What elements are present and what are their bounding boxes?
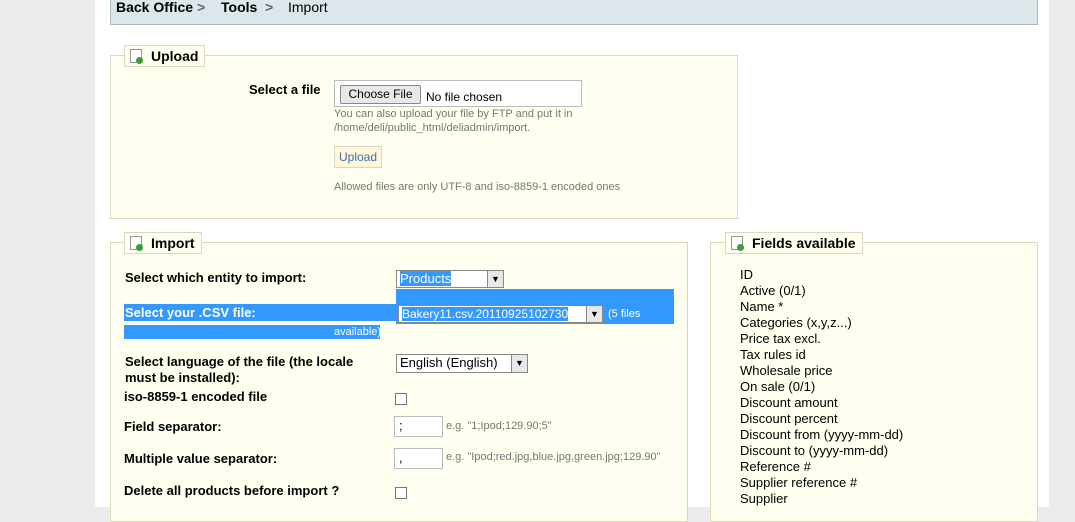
language-select[interactable]: English (English) ▼ <box>396 354 528 373</box>
field-item: Reference # <box>740 459 811 474</box>
chevron-down-icon: ▼ <box>487 271 503 287</box>
multi-value-separator-input[interactable]: , <box>394 448 443 469</box>
field-item: Wholesale price <box>740 363 833 378</box>
field-item: Price tax excl. <box>740 331 821 346</box>
csv-file-select[interactable]: Bakery11.csv.20110925102730 ▼ <box>398 305 603 323</box>
import-legend: Import <box>124 232 202 254</box>
field-item: Name * <box>740 299 784 314</box>
entity-label: Select which entity to import: <box>125 270 307 285</box>
breadcrumb-tools[interactable]: Tools <box>221 0 257 15</box>
csv-file-label: Select your .CSV file: <box>125 305 256 320</box>
file-input[interactable]: Choose File No file chosen <box>334 80 582 107</box>
fields-available-legend-label: Fields available <box>752 235 856 251</box>
multi-value-separator-hint: e.g. "Ipod;red.jpg,blue.jpg,green.jpg;12… <box>446 451 661 463</box>
field-item: Discount amount <box>740 395 838 410</box>
csv-file-count: (5 files <box>608 308 641 320</box>
language-label-line1: Select language of the file (the locale <box>125 354 354 369</box>
field-item: Discount from (yyyy-mm-dd) <box>740 427 904 442</box>
delete-products-label: Delete all products before import ? <box>124 483 340 498</box>
field-separator-label: Field separator: <box>124 419 222 434</box>
breadcrumb-back-office[interactable]: Back Office <box>116 0 193 15</box>
entity-select[interactable]: Products ▼ <box>396 270 504 288</box>
choose-file-button[interactable]: Choose File <box>340 85 421 104</box>
language-select-value: English (English) <box>400 355 498 370</box>
breadcrumb-separator-icon: > <box>265 0 274 15</box>
language-label-line2: must be installed): <box>125 370 240 385</box>
field-item: Supplier reference # <box>740 475 858 490</box>
entity-select-value: Products <box>400 271 452 286</box>
no-file-chosen-text: No file chosen <box>426 90 503 104</box>
iso-label: iso-8859-1 encoded file <box>124 389 268 404</box>
field-separator-input[interactable]: ; <box>394 416 443 437</box>
ftp-path: /home/deli/public_html/deliadmin/import. <box>334 122 531 134</box>
fields-available-legend: Fields available <box>725 232 863 254</box>
breadcrumb-separator-icon: > <box>197 0 206 15</box>
chevron-down-icon: ▼ <box>511 355 527 372</box>
import-legend-label: Import <box>151 235 195 251</box>
field-item: ID <box>740 267 753 282</box>
upload-legend-label: Upload <box>151 48 199 64</box>
field-item: Tax rules id <box>740 347 806 362</box>
csv-file-select-value: Bakery11.csv.20110925102730 <box>402 307 569 321</box>
field-item: Discount percent <box>740 411 838 426</box>
chevron-down-icon: ▼ <box>586 306 602 322</box>
upload-icon <box>130 49 143 64</box>
upload-legend: Upload <box>124 45 206 67</box>
breadcrumb: Back Office > Tools > Import <box>110 0 1038 25</box>
select-file-label: Select a file <box>249 82 321 97</box>
csv-file-count-cont: available) <box>334 326 382 338</box>
field-item: On sale (0/1) <box>740 379 816 394</box>
delete-products-checkbox[interactable] <box>395 487 407 499</box>
iso-checkbox[interactable] <box>395 393 407 405</box>
multi-value-separator-label: Multiple value separator: <box>124 451 278 466</box>
fields-icon <box>731 236 744 251</box>
field-item: Categories (x,y,z...) <box>740 315 852 330</box>
import-icon <box>130 236 143 251</box>
upload-button[interactable]: Upload <box>334 146 382 168</box>
field-separator-hint: e.g. "1;Ipod;129.90;5" <box>446 420 552 432</box>
allowed-files-hint: Allowed files are only UTF-8 and iso-885… <box>334 181 621 193</box>
field-item: Active (0/1) <box>740 283 806 298</box>
ftp-hint: You can also upload your file by FTP and… <box>334 108 573 120</box>
field-item: Discount to (yyyy-mm-dd) <box>740 443 889 458</box>
field-item: Supplier <box>740 491 788 506</box>
breadcrumb-import: Import <box>288 0 328 15</box>
